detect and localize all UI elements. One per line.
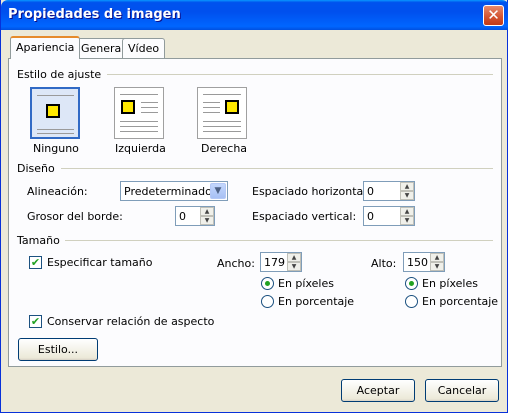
- height-percent-label: En porcentaje: [422, 295, 499, 308]
- width-percent-radio[interactable]: [261, 295, 274, 308]
- width-spinbox[interactable]: 179 ▲ ▼: [260, 252, 302, 272]
- spin-down-icon[interactable]: ▼: [400, 191, 414, 200]
- vspace-value: 0: [367, 210, 374, 223]
- width-label: Ancho:: [217, 257, 255, 270]
- wrap-right-button[interactable]: [197, 87, 247, 139]
- alignment-label: Alineación:: [27, 185, 88, 198]
- tab-apariencia[interactable]: Apariencia: [10, 36, 81, 59]
- specify-size-label: Especificar tamaño: [47, 256, 153, 269]
- height-label: Alto:: [371, 257, 397, 270]
- tab-panel-apariencia: Estilo de ajuste Ninguno Izquierda Derec…: [8, 58, 502, 367]
- height-pixels-label: En píxeles: [422, 277, 478, 290]
- spin-down-icon[interactable]: ▼: [430, 262, 444, 271]
- design-divider: [61, 168, 493, 169]
- spin-down-icon[interactable]: ▼: [287, 262, 301, 271]
- wrap-right-label: Derecha: [201, 142, 248, 155]
- width-pixels-label: En píxeles: [278, 277, 334, 290]
- width-pixels-radio[interactable]: [261, 277, 274, 290]
- tab-video[interactable]: Vídeo: [122, 38, 166, 58]
- vspace-spinbox[interactable]: 0 ▲ ▼: [363, 206, 415, 226]
- border-label: Grosor del borde:: [27, 210, 123, 223]
- hspace-spinbox[interactable]: 0 ▲ ▼: [363, 181, 415, 201]
- design-heading: Diseño: [17, 162, 55, 175]
- spin-up-icon[interactable]: ▲: [287, 253, 301, 262]
- width-percent-label: En porcentaje: [278, 295, 355, 308]
- spin-up-icon[interactable]: ▲: [400, 207, 414, 216]
- width-value: 179: [264, 256, 285, 269]
- size-heading: Tamaño: [17, 234, 60, 247]
- title-bar[interactable]: Propiedades de imagen ✕: [1, 0, 508, 30]
- hspace-label: Espaciado horizontal:: [252, 185, 371, 198]
- style-button[interactable]: Estilo...: [18, 338, 98, 361]
- window-title: Propiedades de imagen: [8, 7, 181, 22]
- alignment-select[interactable]: Predeterminado ▼: [120, 181, 228, 201]
- keep-ratio-checkbox[interactable]: ✔: [29, 315, 42, 328]
- keep-ratio-label: Conservar relación de aspecto: [47, 315, 215, 328]
- height-value: 150: [407, 256, 428, 269]
- spin-down-icon[interactable]: ▼: [400, 216, 414, 225]
- spin-up-icon[interactable]: ▲: [430, 253, 444, 262]
- wrap-style-heading: Estilo de ajuste: [17, 68, 102, 81]
- chevron-down-icon[interactable]: ▼: [210, 183, 226, 199]
- wrap-left-label: Izquierda: [115, 142, 166, 155]
- wrap-none-label: Ninguno: [33, 142, 79, 155]
- height-spinbox[interactable]: 150 ▲ ▼: [403, 252, 445, 272]
- wrap-left-button[interactable]: [114, 87, 164, 139]
- cancel-button[interactable]: Cancelar: [425, 379, 499, 402]
- spin-down-icon[interactable]: ▼: [200, 216, 214, 225]
- image-properties-dialog: Propiedades de imagen ✕ Apariencia Gener…: [0, 0, 508, 413]
- spin-up-icon[interactable]: ▲: [200, 207, 214, 216]
- wrap-none-button[interactable]: [30, 87, 80, 139]
- hspace-value: 0: [367, 185, 374, 198]
- size-divider: [65, 240, 493, 241]
- border-value: 0: [179, 210, 186, 223]
- vspace-label: Espaciado vertical:: [252, 210, 357, 223]
- ok-button[interactable]: Aceptar: [341, 379, 415, 402]
- spin-up-icon[interactable]: ▲: [400, 182, 414, 191]
- height-percent-radio[interactable]: [405, 295, 418, 308]
- specify-size-checkbox[interactable]: ✔: [29, 256, 42, 269]
- wrap-style-divider: [107, 74, 493, 75]
- alignment-value: Predeterminado: [124, 185, 212, 198]
- height-pixels-radio[interactable]: [405, 277, 418, 290]
- close-button[interactable]: ✕: [483, 5, 504, 26]
- border-spinbox[interactable]: 0 ▲ ▼: [175, 206, 215, 226]
